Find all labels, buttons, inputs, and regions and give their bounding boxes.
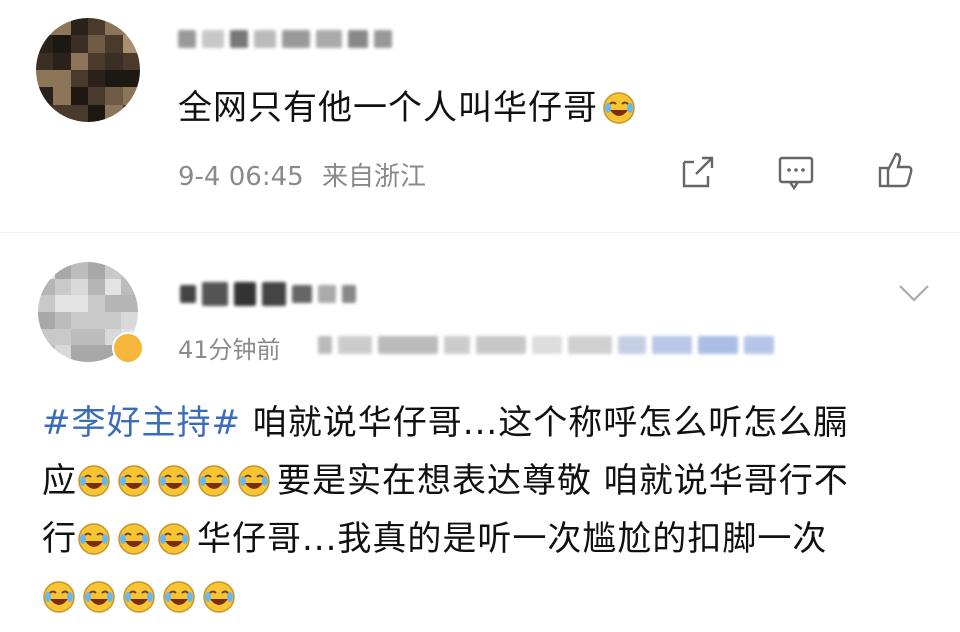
comment-line: #李好主持# 咱就说华仔哥...这个称呼怎么听怎么膈 [42, 394, 942, 452]
laugh-cry-emoji-icon [157, 458, 191, 497]
chevron-down-icon[interactable] [894, 272, 934, 312]
laugh-cry-emoji-icon [162, 574, 196, 613]
laugh-cry-emoji-icon [237, 458, 271, 497]
laugh-cry-emoji-icon [197, 458, 231, 497]
text-segment: 应 [42, 461, 77, 501]
laugh-cry-emoji-icon [202, 574, 236, 613]
avatar[interactable] [36, 18, 140, 122]
comment-line [42, 568, 942, 626]
comment-meta: 41分钟前 [178, 330, 281, 365]
comment-text: 全网只有他一个人叫华仔哥 [178, 80, 642, 129]
comment-meta: 9-4 06:45 来自浙江 [178, 156, 426, 193]
divider [0, 232, 960, 233]
timestamp: 9-4 06:45 [178, 162, 304, 192]
share-icon[interactable] [678, 152, 718, 192]
text-segment: 华仔哥...我真的是听一次尴尬的扣脚一次 [197, 519, 828, 559]
username-blurred[interactable] [180, 282, 356, 306]
laugh-cry-emoji-icon [117, 458, 151, 497]
laugh-cry-emoji-icon [82, 574, 116, 613]
laugh-cry-emoji-icon [77, 516, 111, 555]
laugh-cry-emoji-icon [122, 574, 156, 613]
comment-text-content: 全网只有他一个人叫华仔哥 [178, 88, 598, 128]
laugh-cry-emoji-icon [602, 91, 636, 125]
laugh-cry-emoji-icon [117, 516, 151, 555]
comment-line: 应 要是实在想表达尊敬 咱就说华哥行不 [42, 452, 942, 510]
text-segment: 行 [42, 519, 77, 559]
device-info-blurred [318, 336, 774, 354]
laugh-cry-emoji-icon [77, 458, 111, 497]
comment-icon[interactable] [776, 152, 816, 192]
hashtag-link[interactable]: #李好主持# [42, 403, 241, 443]
text-segment: 咱就说华仔哥...这个称呼怎么听怎么膈 [240, 403, 849, 443]
username-blurred[interactable] [178, 30, 392, 48]
text-segment: 要是实在想表达尊敬 咱就说华哥行不 [277, 461, 849, 501]
comment-line: 行 华仔哥...我真的是听一次尴尬的扣脚一次 [42, 510, 942, 568]
comment-body: #李好主持# 咱就说华仔哥...这个称呼怎么听怎么膈 应 要是实在想表达尊敬 咱就… [42, 394, 942, 626]
laugh-cry-emoji-icon [42, 574, 76, 613]
thumbs-up-icon[interactable] [876, 150, 916, 190]
verified-badge-icon [112, 332, 144, 364]
laugh-cry-emoji-icon [157, 516, 191, 555]
timestamp: 41分钟前 [178, 336, 281, 364]
location: 来自浙江 [321, 162, 426, 192]
